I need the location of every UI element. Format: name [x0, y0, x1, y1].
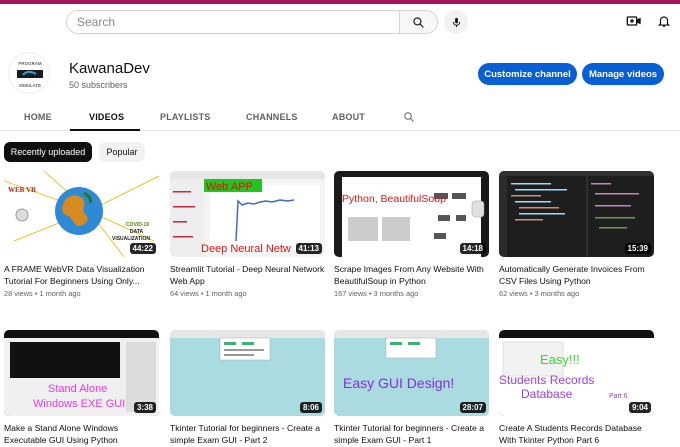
view-count: 167 views: [334, 289, 367, 298]
thumb-text: Stand Alone: [48, 383, 107, 395]
video-thumbnail[interactable]: Stand Alone Windows EXE GUI 3:38: [4, 330, 159, 416]
video-card[interactable]: Easy GUI Design! 28:07 Tkinter Tutorial …: [334, 330, 489, 446]
video-duration: 14:18: [459, 243, 486, 254]
tab-channels[interactable]: CHANNELS: [246, 112, 298, 122]
upload-age: 1 month ago: [205, 289, 247, 298]
video-camera-plus-icon: [626, 16, 641, 26]
video-card[interactable]: Stand Alone Windows EXE GUI 3:38 Make a …: [4, 330, 159, 446]
tab-home[interactable]: HOME: [24, 112, 52, 122]
search-icon: [413, 16, 424, 28]
search-input[interactable]: [67, 11, 399, 33]
subscriber-count: 50 subscribers: [69, 80, 128, 90]
video-duration: 8:06: [299, 402, 322, 413]
tab-about[interactable]: ABOUT: [332, 112, 365, 122]
video-meta: 28 views • 1 month ago: [4, 289, 81, 298]
tab-playlists[interactable]: PLAYLISTS: [160, 112, 210, 122]
video-title[interactable]: Create A Students Records Database With …: [499, 422, 657, 446]
channel-avatar[interactable]: PROGRAM SIMULATE: [8, 52, 50, 94]
video-title[interactable]: Tkinter Tutorial for beginners - Create …: [334, 422, 492, 446]
search-icon: [404, 112, 414, 122]
video-card[interactable]: Easy!!! Students Records Database Part 6…: [499, 330, 654, 446]
channel-tabs: HOME VIDEOS PLAYLISTS CHANNELS ABOUT: [0, 104, 680, 131]
bell-icon: [657, 16, 671, 27]
thumb-text: DATA: [130, 229, 144, 235]
search-box[interactable]: [66, 10, 438, 34]
video-duration: 44:22: [129, 243, 156, 254]
video-thumbnail[interactable]: Easy GUI Design! 28:07: [334, 330, 489, 416]
video-title[interactable]: Make a Stand Alone Windows Executable GU…: [4, 422, 162, 446]
channel-name: KawanaDev: [69, 60, 150, 77]
thumb-text: Windows EXE GUI: [33, 398, 125, 410]
video-thumbnail[interactable]: Web APP Deep Neural Netw 41:13: [170, 171, 325, 257]
thumb-text: Students Records: [499, 373, 594, 387]
thumb-text: Deep Neural Netw: [201, 243, 291, 255]
video-thumbnail[interactable]: Easy!!! Students Records Database Part 6…: [499, 330, 654, 416]
thumb-text: COVID-19: [126, 222, 149, 228]
video-meta: 62 views • 3 months ago: [499, 289, 580, 298]
video-title[interactable]: Streamlit Tutorial - Deep Neural Network…: [170, 263, 328, 287]
video-card[interactable]: 15:39 Automatically Generate Invoices Fr…: [499, 171, 654, 298]
video-meta: 64 views • 1 month ago: [170, 289, 247, 298]
notifications-button[interactable]: [657, 13, 671, 34]
video-card[interactable]: WEB VR COVID-19 DATA VISUALIZATION 44:22…: [4, 171, 159, 298]
thumb-text: Web APP: [206, 181, 253, 193]
channel-search-button[interactable]: [403, 110, 415, 128]
active-tab-indicator: [70, 129, 140, 131]
thumb-text: Easy GUI Design!: [343, 375, 454, 391]
upload-age: 3 months ago: [534, 289, 580, 298]
video-thumbnail[interactable]: 15:39: [499, 171, 654, 257]
thumb-text: Python, BeautifulSoup: [342, 193, 446, 205]
channel-logo: PROGRAM SIMULATE: [10, 54, 49, 93]
video-duration: 41:13: [295, 243, 322, 254]
thumb-text: VISUALIZATION: [112, 236, 150, 242]
thumb-text: Part 6: [609, 393, 628, 400]
video-thumbnail[interactable]: 8:06: [170, 330, 325, 416]
video-title[interactable]: Tkinter Tutorial for beginners - Create …: [170, 422, 328, 446]
video-card[interactable]: Web APP Deep Neural Netw 41:13 Streamlit…: [170, 171, 325, 298]
video-card[interactable]: Python, BeautifulSoup 14:18 Scrape Image…: [334, 171, 489, 298]
video-duration: 3:38: [133, 402, 156, 413]
video-card[interactable]: 8:06 Tkinter Tutorial for beginners - Cr…: [170, 330, 325, 446]
view-count: 28 views: [4, 289, 33, 298]
chip-recently-uploaded[interactable]: Recently uploaded: [4, 142, 92, 162]
search-button[interactable]: [399, 11, 437, 33]
microphone-icon: [452, 17, 460, 27]
video-duration: 15:39: [624, 243, 651, 254]
top-accent-bar: [0, 0, 680, 4]
upload-age: 3 months ago: [373, 289, 419, 298]
thumb-text: Database: [521, 387, 573, 401]
voice-search-button[interactable]: [444, 10, 468, 34]
video-thumbnail[interactable]: Python, BeautifulSoup 14:18: [334, 171, 489, 257]
logo-text-bottom: SIMULATE: [19, 83, 41, 88]
thumb-text: WEB VR: [8, 186, 37, 194]
upload-age: 1 month ago: [39, 289, 81, 298]
thumb-text: Easy!!!: [540, 352, 580, 367]
tab-videos[interactable]: VIDEOS: [89, 112, 124, 122]
chip-popular[interactable]: Popular: [99, 142, 145, 162]
video-meta: 167 views • 3 months ago: [334, 289, 419, 298]
video-title[interactable]: Scrape Images From Any Website With Beau…: [334, 263, 492, 287]
logo-text-top: PROGRAM: [18, 61, 42, 66]
customize-channel-button[interactable]: Customize channel: [478, 63, 577, 85]
video-duration: 28:07: [459, 402, 486, 413]
video-duration: 9:04: [628, 402, 651, 413]
manage-videos-button[interactable]: Manage videos: [582, 63, 664, 85]
video-title[interactable]: A FRAME WebVR Data Visualization Tutoria…: [4, 263, 162, 287]
view-count: 62 views: [499, 289, 528, 298]
video-thumbnail[interactable]: WEB VR COVID-19 DATA VISUALIZATION 44:22: [4, 171, 159, 257]
create-video-button[interactable]: [626, 13, 642, 34]
view-count: 64 views: [170, 289, 199, 298]
video-title[interactable]: Automatically Generate Invoices From CSV…: [499, 263, 657, 287]
